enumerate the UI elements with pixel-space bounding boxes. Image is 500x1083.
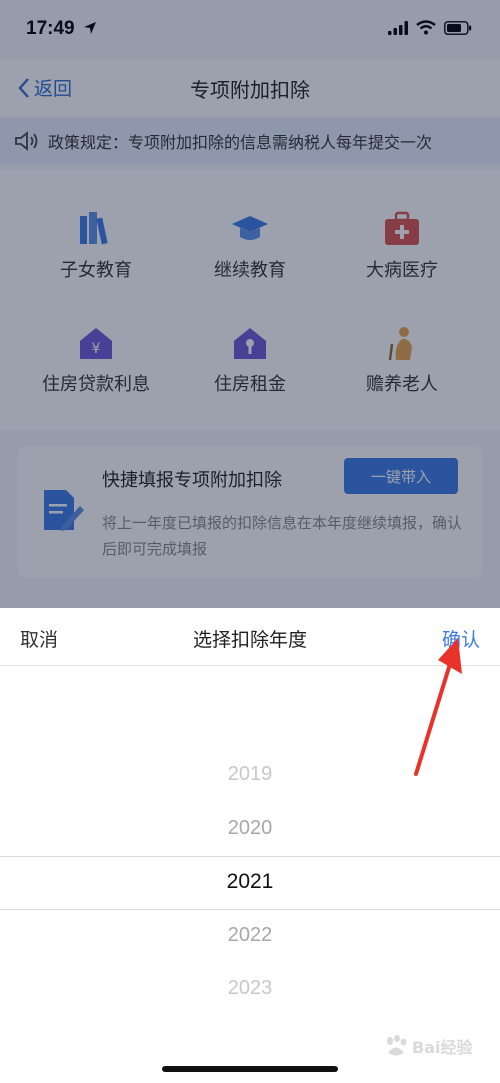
year-option-2020[interactable]: 2020	[0, 817, 500, 840]
home-indicator[interactable]	[162, 1066, 338, 1072]
year-option-2023[interactable]: 2023	[0, 977, 500, 1000]
watermark-text: Bai经验	[412, 1038, 473, 1057]
watermark: Bai经验	[384, 1034, 472, 1058]
selection-bottom-line	[0, 909, 500, 910]
year-option-2021-selected[interactable]: 2021	[0, 870, 500, 894]
modal-overlay[interactable]	[0, 0, 500, 608]
red-arrow-annotation	[414, 638, 462, 776]
year-option-2022[interactable]: 2022	[0, 924, 500, 947]
background-screen: 17:49 返回 专项附加扣除 政策规定：专项附加扣除的信息需纳税人每年提交一次…	[0, 0, 500, 608]
paw-logo-icon	[387, 1035, 407, 1056]
selection-top-line	[0, 856, 500, 857]
